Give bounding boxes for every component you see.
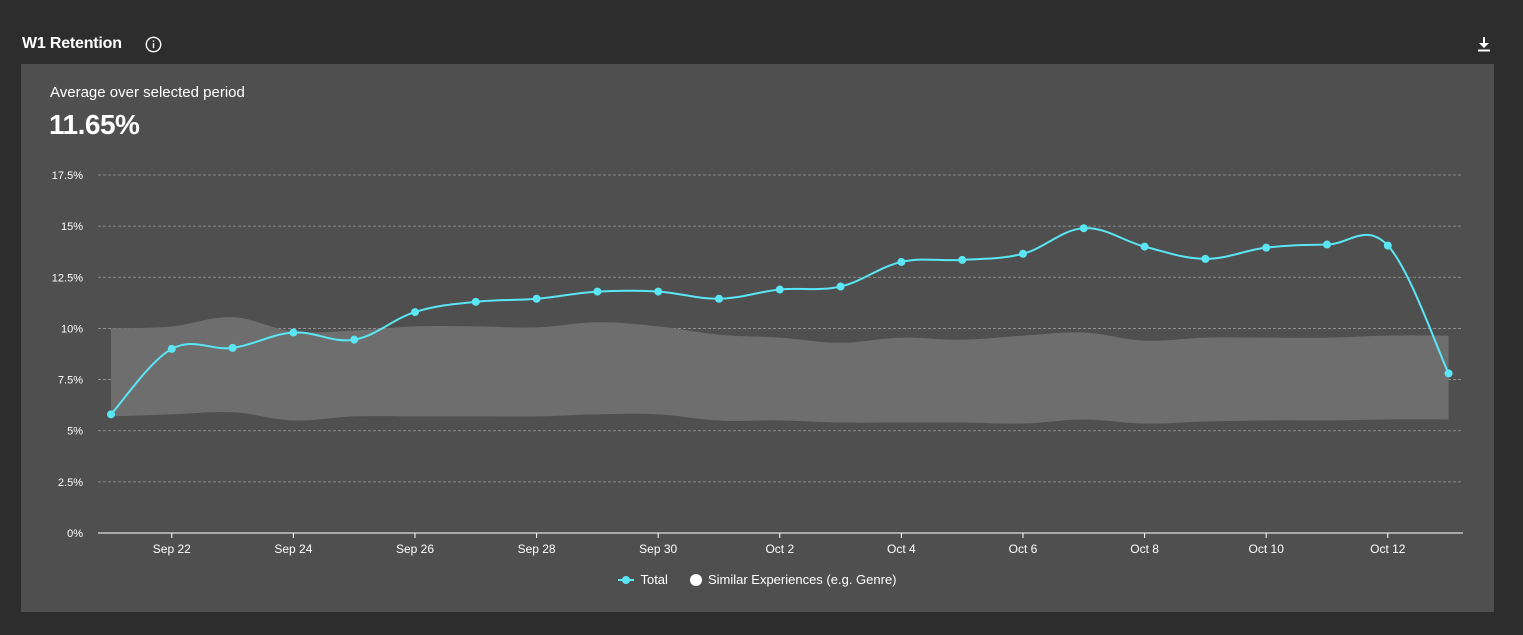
total-data-point (897, 257, 906, 266)
total-data-point (715, 294, 723, 303)
x-tick-label: Sep 22 (153, 542, 191, 556)
total-data-point (958, 255, 967, 264)
x-tick-label: Sep 26 (396, 542, 434, 556)
total-data-point (1140, 242, 1149, 251)
total-data-point (1383, 241, 1392, 250)
total-data-point (775, 285, 784, 294)
y-tick-label: 5% (67, 426, 83, 438)
info-circle-icon[interactable] (145, 36, 162, 53)
total-data-point (532, 294, 541, 303)
y-tick-label: 2.5% (58, 477, 83, 489)
total-data-point (1019, 249, 1027, 258)
x-tick-label: Oct 10 (1249, 542, 1285, 556)
widget-title: W1 Retention (22, 35, 122, 52)
chart-panel: Average over selected period 11.65% 0% 2.… (21, 64, 1494, 612)
x-tick-label: Sep 24 (274, 542, 312, 556)
y-tick-label: 15% (61, 221, 83, 233)
total-data-point (1444, 369, 1453, 378)
x-tick-label: Oct 2 (765, 542, 794, 556)
total-data-point (228, 343, 237, 352)
chart-legend: Total Similar Experiences (e.g. Genre) (21, 572, 1494, 587)
x-tick-label: Oct 6 (1009, 542, 1038, 556)
x-tick-label: Oct 8 (1130, 542, 1159, 556)
y-tick-label: 12.5% (52, 272, 83, 284)
total-data-point (1323, 240, 1331, 249)
total-data-point (654, 287, 663, 296)
legend-similar-marker (689, 573, 702, 586)
legend-total-marker (618, 575, 635, 584)
retention-chart: 0% 2.5% 5% 7.5% 10% 12.5% 15% 17.5% Sep 22 Sep 24… (52, 170, 1463, 556)
legend-item-similar[interactable]: Similar Experiences (e.g. Genre) (689, 572, 897, 587)
x-tick-label: Oct 12 (1370, 542, 1406, 556)
page: W1 Retention Average over selected perio… (0, 0, 1523, 635)
similar-experiences-band (111, 317, 1449, 424)
grid-lines (98, 174, 1463, 483)
total-data-point (107, 410, 115, 419)
legend-total-label: Total (640, 572, 668, 587)
total-data-point (1262, 243, 1271, 252)
total-data-point (836, 282, 845, 291)
total-data-point (167, 344, 176, 353)
legend-similar-label: Similar Experiences (e.g. Genre) (707, 572, 897, 587)
x-tick-label: Sep 30 (639, 542, 677, 556)
total-data-point (350, 335, 359, 344)
total-data-point (1079, 224, 1088, 233)
x-tick-label: Sep 28 (518, 542, 556, 556)
similar-experiences-band-layer (111, 317, 1449, 424)
total-data-point (593, 287, 602, 296)
y-tick-label: 7.5% (58, 375, 83, 387)
y-tick-label: 10% (61, 323, 83, 335)
total-data-point (1201, 254, 1210, 263)
total-data-point (411, 308, 419, 317)
y-tick-label: 17.5% (52, 170, 83, 182)
total-data-point (471, 297, 480, 306)
legend-item-total[interactable]: Total (618, 572, 668, 587)
total-data-point (289, 328, 298, 337)
y-tick-label: 0% (67, 528, 83, 540)
download-icon[interactable] (1475, 35, 1493, 53)
x-tick-label: Oct 4 (887, 542, 916, 556)
